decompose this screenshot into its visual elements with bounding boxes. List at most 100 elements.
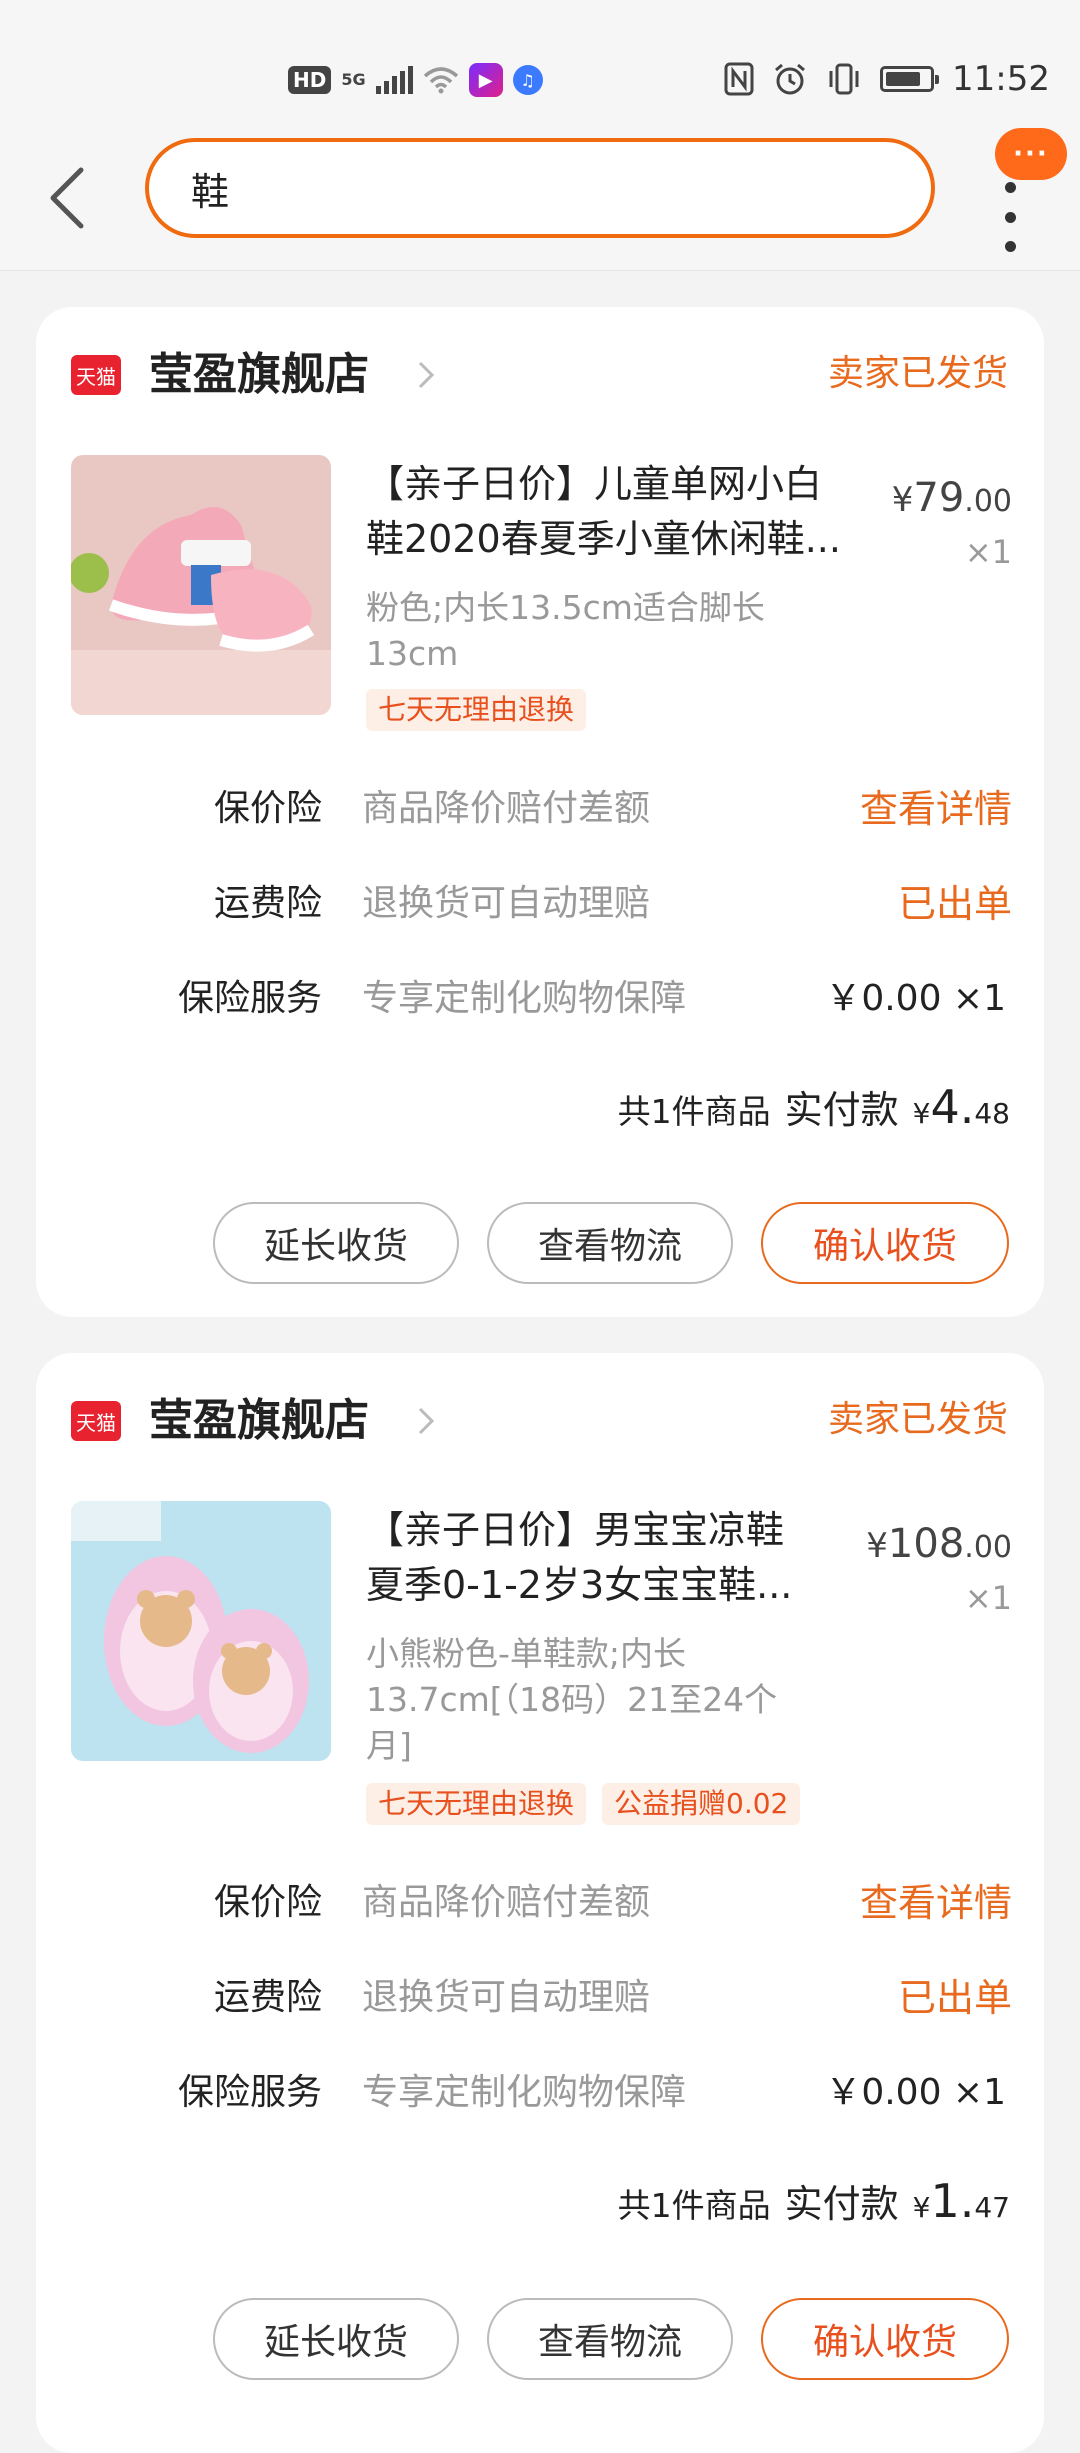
- back-button[interactable]: [42, 158, 92, 238]
- service-label: 运费险: [213, 1977, 322, 2018]
- order-card: 天猫 莹盈旗舰店 卖家已发货 【亲子日价】男宝宝凉鞋 夏季0-1-2岁3女宝宝鞋…: [36, 1353, 1044, 2453]
- tmall-badge-icon: 天猫: [71, 1401, 121, 1441]
- product-title-line2: 夏季0-1-2岁3女宝宝鞋...: [366, 1563, 793, 1607]
- currency-symbol: ¥: [891, 480, 914, 520]
- tmall-badge-icon: 天猫: [71, 355, 121, 395]
- tag-charity: 公益捐赠0.02: [602, 1783, 801, 1825]
- product-price: ¥79.00: [892, 475, 1012, 521]
- order-status: 卖家已发货: [827, 1399, 1008, 1440]
- view-logistics-button[interactable]: 查看物流: [487, 2298, 733, 2380]
- clock: 11:52: [952, 59, 1050, 99]
- battery-icon: [880, 66, 940, 92]
- price-decimal: .00: [964, 1530, 1012, 1565]
- tag-return: 七天无理由退换: [366, 689, 587, 731]
- search-input[interactable]: [189, 165, 893, 211]
- paid-label: 实付款: [784, 2182, 899, 2226]
- currency-symbol: ¥: [866, 1526, 888, 1566]
- currency-symbol: ¥: [912, 2191, 931, 2224]
- tag-return: 七天无理由退换: [366, 1783, 587, 1825]
- store-name[interactable]: 莹盈旗舰店: [149, 345, 369, 405]
- service-row-shipping-insurance: 运费险 退换货可自动理赔 已出单: [36, 874, 1044, 934]
- product-image[interactable]: [71, 455, 331, 715]
- product-title[interactable]: 【亲子日价】男宝宝凉鞋 夏季0-1-2岁3女宝宝鞋...: [366, 1503, 866, 1613]
- extend-receipt-button[interactable]: 延长收货: [213, 2298, 459, 2380]
- status-left: HD 5G ▶ ♫: [288, 58, 543, 102]
- more-options-button[interactable]: [1000, 182, 1020, 252]
- product-sku: 粉色;内长13.5cm适合脚长13cm: [366, 588, 765, 673]
- view-logistics-button[interactable]: 查看物流: [487, 1202, 733, 1284]
- amount-integer: 4.: [930, 1080, 975, 1134]
- hd-icon: HD: [288, 66, 332, 94]
- service-label: 保价险: [213, 1882, 322, 1923]
- price-integer: 108: [887, 1521, 965, 1567]
- video-app-icon: ▶: [468, 63, 503, 97]
- store-name[interactable]: 莹盈旗舰店: [149, 1391, 369, 1451]
- policy-issued-link[interactable]: 已出单: [898, 874, 1012, 934]
- service-label: 运费险: [213, 883, 322, 924]
- search-box[interactable]: [145, 138, 935, 238]
- signal-icon: [375, 66, 413, 94]
- confirm-receipt-button[interactable]: 确认收货: [761, 1202, 1009, 1284]
- view-details-link[interactable]: 查看详情: [860, 1873, 1012, 1933]
- product-price: ¥108.00: [866, 1521, 1012, 1567]
- vibrate-icon: [829, 63, 859, 95]
- order-status: 卖家已发货: [827, 353, 1008, 394]
- alarm-icon: [775, 63, 805, 95]
- service-label: 保险服务: [177, 2072, 322, 2113]
- paid-label: 实付款: [784, 1088, 899, 1132]
- service-row-price-protect: 保价险 商品降价赔付差额 查看详情: [36, 779, 1044, 839]
- header: [0, 130, 1080, 271]
- service-desc: 专享定制化购物保障: [362, 978, 687, 1019]
- service-desc: 商品降价赔付差额: [362, 788, 651, 829]
- service-label: 保价险: [213, 788, 322, 829]
- amount-decimal: 48: [974, 1097, 1010, 1130]
- message-bubble-icon[interactable]: ···: [995, 128, 1067, 180]
- status-bar: HD 5G ▶ ♫ 11:52: [0, 0, 1080, 130]
- item-count: 共1件商品: [617, 1092, 771, 1131]
- price-integer: 79: [913, 475, 965, 521]
- store-row[interactable]: 天猫 莹盈旗舰店 卖家已发货: [36, 307, 1044, 437]
- service-value: ￥0.00 ×1: [825, 2072, 1006, 2113]
- product-tags: 七天无理由退换: [366, 689, 587, 731]
- view-details-link[interactable]: 查看详情: [860, 779, 1012, 839]
- store-row[interactable]: 天猫 莹盈旗舰店 卖家已发货: [36, 1353, 1044, 1483]
- currency-symbol: ¥: [912, 1097, 931, 1130]
- service-row-shipping-insurance: 运费险 退换货可自动理赔 已出单: [36, 1968, 1044, 2028]
- chevron-right-icon: [418, 361, 435, 389]
- service-row-insurance: 保险服务 专享定制化购物保障 ￥0.00 ×1: [36, 969, 1044, 1029]
- order-total: 共1件商品 实付款 ¥4.48: [618, 1079, 1010, 1134]
- product-quantity: ×1: [964, 533, 1012, 571]
- service-value: ￥0.00 ×1: [825, 978, 1006, 1019]
- chevron-left-icon: [50, 167, 84, 229]
- service-desc: 专享定制化购物保障: [362, 2072, 687, 2113]
- product-title-line1: 【亲子日价】儿童单网小白: [366, 462, 823, 506]
- service-desc: 退换货可自动理赔: [362, 1977, 651, 2018]
- policy-issued-link[interactable]: 已出单: [898, 1968, 1012, 2028]
- service-row-price-protect: 保价险 商品降价赔付差额 查看详情: [36, 1873, 1044, 1933]
- nfc-icon: [724, 62, 754, 96]
- service-row-insurance: 保险服务 专享定制化购物保障 ￥0.00 ×1: [36, 2063, 1044, 2123]
- product-sku: 小熊粉色-单鞋款;内长13.7cm[（18码）21至24个月]: [366, 1634, 778, 1765]
- paid-amount: ¥4.48: [913, 1080, 1010, 1134]
- product-tags: 七天无理由退换 公益捐赠0.02: [366, 1783, 801, 1825]
- paid-amount: ¥1.47: [913, 2174, 1010, 2228]
- network-type: 5G: [341, 70, 366, 89]
- item-count: 共1件商品: [617, 2186, 771, 2225]
- product-title[interactable]: 【亲子日价】儿童单网小白 鞋2020春夏季小童休闲鞋...: [366, 457, 866, 567]
- chevron-right-icon: [418, 1407, 435, 1435]
- price-decimal: .00: [964, 484, 1012, 519]
- order-card: 天猫 莹盈旗舰店 卖家已发货 【亲子日价】儿童单网小白 鞋2020春夏季小童休闲…: [36, 307, 1044, 1317]
- product-title-line2: 鞋2020春夏季小童休闲鞋...: [366, 517, 841, 561]
- extend-receipt-button[interactable]: 延长收货: [213, 1202, 459, 1284]
- wifi-icon: [423, 67, 458, 94]
- battery-level: [886, 72, 920, 86]
- status-right: 11:52: [724, 54, 1050, 104]
- amount-decimal: 47: [974, 2191, 1010, 2224]
- confirm-receipt-button[interactable]: 确认收货: [761, 2298, 1009, 2380]
- product-title-line1: 【亲子日价】男宝宝凉鞋: [366, 1508, 785, 1552]
- product-quantity: ×1: [964, 1579, 1012, 1617]
- product-image[interactable]: [71, 1501, 331, 1761]
- order-total: 共1件商品 实付款 ¥1.47: [618, 2173, 1010, 2228]
- service-label: 保险服务: [177, 978, 322, 1019]
- service-desc: 退换货可自动理赔: [362, 883, 651, 924]
